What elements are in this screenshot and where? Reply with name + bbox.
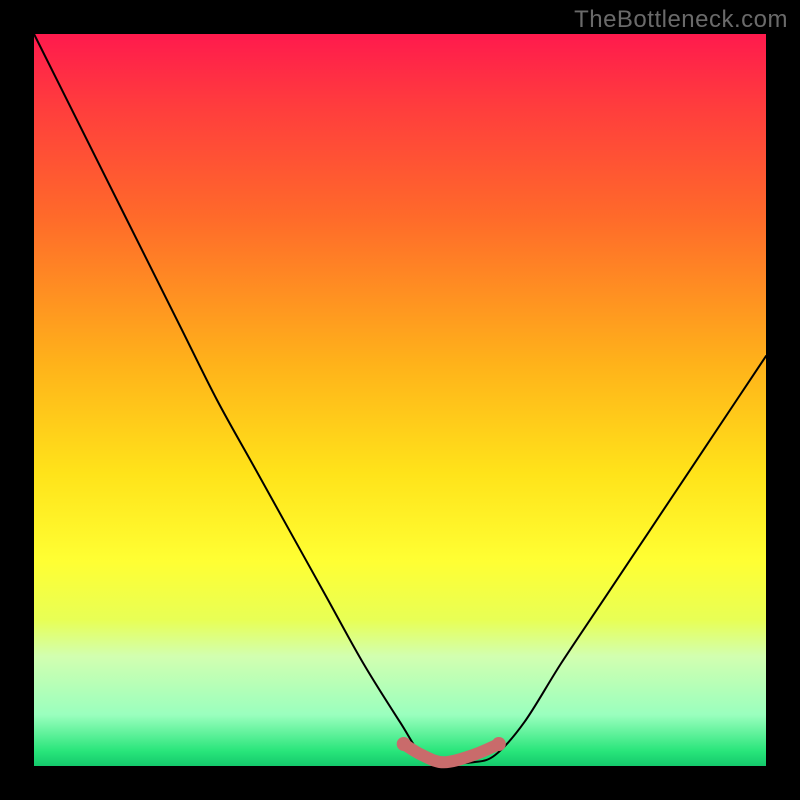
plot-area [34,34,766,766]
optimal-range-end-dot [492,737,506,751]
optimal-range-highlight [404,744,499,762]
chart-svg [34,34,766,766]
bottleneck-curve [34,34,766,763]
optimal-range-start-dot [397,737,411,751]
watermark-text: TheBottleneck.com [574,6,788,34]
chart-stage: TheBottleneck.com [0,0,800,800]
